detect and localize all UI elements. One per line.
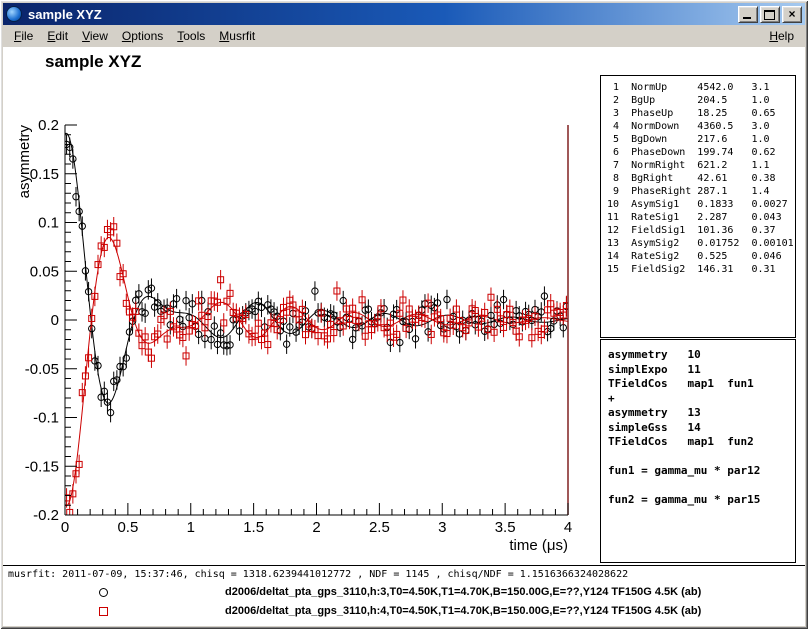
svg-text:3.5: 3.5 bbox=[495, 519, 516, 536]
menu-item-edit[interactable]: Edit bbox=[40, 26, 75, 46]
maximize-icon bbox=[764, 10, 775, 20]
menu-item-help[interactable]: Help bbox=[762, 26, 801, 46]
root-canvas[interactable]: sample XYZ 0 0.5 1 1.5 2 2.5 3 3.5 4 -0.2 -0.15 -0.… bbox=[3, 47, 805, 626]
svg-text:1: 1 bbox=[187, 519, 195, 536]
svg-text:-0.15: -0.15 bbox=[25, 458, 59, 475]
menu-item-tools[interactable]: Tools bbox=[170, 26, 212, 46]
svg-text:-0.05: -0.05 bbox=[25, 361, 59, 378]
svg-text:2: 2 bbox=[312, 519, 320, 536]
svg-text:0.15: 0.15 bbox=[30, 166, 59, 183]
plot-legend: d2006/deltat_pta_gps_3110,h:3,T0=4.50K,T… bbox=[3, 583, 805, 621]
legend-row: d2006/deltat_pta_gps_3110,h:4,T0=4.50K,T… bbox=[3, 602, 805, 621]
legend-circle-marker-icon bbox=[99, 588, 108, 597]
maximize-button[interactable] bbox=[760, 6, 780, 23]
svg-text:-0.2: -0.2 bbox=[33, 507, 59, 524]
parameter-table: 1 NormUp 4542.0 3.1 2 BgUp 204.5 1.0 3 P… bbox=[600, 75, 796, 338]
svg-text:-0.1: -0.1 bbox=[33, 410, 59, 427]
close-icon: × bbox=[788, 8, 795, 21]
menu-item-options[interactable]: Options bbox=[115, 26, 170, 46]
footer-separator bbox=[3, 565, 805, 566]
menubar-left: FileEditViewOptionsToolsMusrfit bbox=[7, 26, 262, 46]
svg-text:0.2: 0.2 bbox=[38, 117, 59, 134]
titlebar[interactable]: sample XYZ × bbox=[3, 3, 805, 25]
svg-text:2.5: 2.5 bbox=[369, 519, 390, 536]
window-title: sample XYZ bbox=[28, 7, 736, 22]
svg-text:0.1: 0.1 bbox=[38, 215, 59, 232]
close-button[interactable]: × bbox=[782, 6, 802, 23]
menubar: FileEditViewOptionsToolsMusrfit Help bbox=[3, 25, 805, 47]
svg-text:1.5: 1.5 bbox=[243, 519, 264, 536]
svg-text:0.5: 0.5 bbox=[117, 519, 138, 536]
plot-canvas[interactable]: 0 0.5 1 1.5 2 2.5 3 3.5 4 -0.2 -0.15 -0.1 -0.05 0 0.05… bbox=[7, 76, 599, 564]
svg-text:3: 3 bbox=[438, 519, 446, 536]
x-axis-title: time (μs) bbox=[509, 537, 568, 554]
menubar-right: Help bbox=[762, 26, 801, 46]
menu-item-file[interactable]: File bbox=[7, 26, 40, 46]
app-icon bbox=[6, 6, 22, 22]
svg-text:0.05: 0.05 bbox=[30, 263, 59, 280]
minimize-button[interactable] bbox=[738, 6, 758, 23]
app-window: sample XYZ × FileEditViewOptionsToolsMus… bbox=[0, 0, 808, 629]
minimize-icon bbox=[743, 17, 751, 19]
svg-text:0: 0 bbox=[51, 312, 59, 329]
svg-text:4: 4 bbox=[564, 519, 572, 536]
svg-text:0: 0 bbox=[61, 519, 69, 536]
legend-row: d2006/deltat_pta_gps_3110,h:3,T0=4.50K,T… bbox=[3, 583, 805, 602]
menu-item-musrfit[interactable]: Musrfit bbox=[212, 26, 262, 46]
y-axis-title: asymmetry bbox=[16, 125, 33, 199]
legend-label: d2006/deltat_pta_gps_3110,h:4,T0=4.50K,T… bbox=[225, 605, 701, 617]
plot-title: sample XYZ bbox=[45, 52, 141, 72]
theory-box: asymmetry 10 simplExpo 11 TFieldCos map1… bbox=[600, 339, 796, 563]
fit-status-line: musrfit: 2011-07-09, 15:37:46, chisq = 1… bbox=[8, 568, 628, 581]
legend-square-marker-icon bbox=[99, 607, 108, 616]
menu-item-view[interactable]: View bbox=[75, 26, 115, 46]
legend-label: d2006/deltat_pta_gps_3110,h:3,T0=4.50K,T… bbox=[225, 586, 701, 598]
